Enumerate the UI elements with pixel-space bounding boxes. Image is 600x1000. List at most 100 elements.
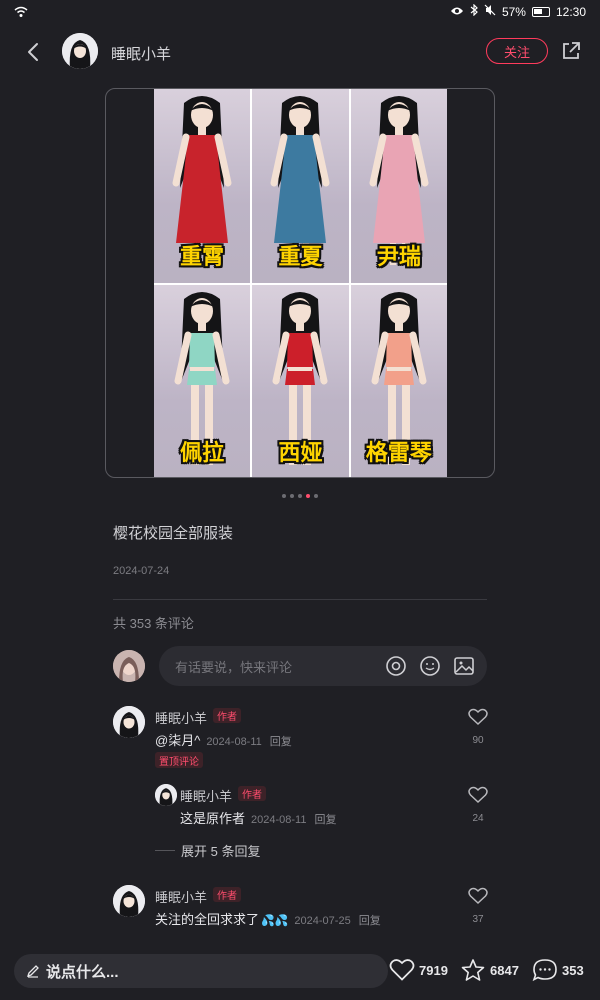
comment-like-button[interactable]: 37 [466, 887, 490, 925]
reply-author[interactable]: 睡眠小羊 [180, 786, 232, 805]
outfit-cell: 佩拉 [154, 285, 251, 477]
comment-avatar[interactable] [113, 885, 145, 917]
comment-author[interactable]: 睡眠小羊 [155, 887, 207, 906]
outfit-cell: 尹瑞 [350, 89, 447, 283]
share-icon [563, 42, 580, 59]
reply-button[interactable]: 回复 [314, 814, 336, 826]
say-something-label: 说点什么... [46, 963, 119, 981]
bluetooth-icon [470, 3, 478, 19]
carousel-indicator [0, 494, 600, 498]
author-tag: 作者 [213, 708, 241, 723]
comment-button[interactable]: 353 [532, 958, 584, 982]
reply-button[interactable]: 回复 [359, 915, 381, 927]
author-name[interactable]: 睡眠小羊 [111, 43, 171, 64]
battery-icon [531, 6, 550, 17]
comment-like-button[interactable]: 90 [466, 708, 490, 746]
chat-bubble-icon [532, 959, 557, 982]
star-count: 6847 [490, 962, 519, 978]
reply-date: 2024-08-11 [251, 814, 307, 826]
carousel-dot[interactable] [282, 494, 286, 498]
outfit-collage-image: 重霄 重夏 尹瑞佩拉 西娅 格雷琴 [154, 89, 447, 477]
pencil-icon [26, 965, 39, 978]
mute-icon [484, 4, 496, 19]
heart-icon [468, 786, 488, 804]
reply-like-count: 24 [472, 813, 484, 824]
collect-button[interactable]: 6847 [460, 958, 519, 982]
comment-like-count: 90 [472, 735, 484, 746]
top-bar: 睡眠小羊 关注 [0, 26, 600, 80]
image-carousel[interactable]: 重霄 重夏 尹瑞佩拉 西娅 格雷琴 [105, 88, 495, 478]
comment-input-placeholder: 有话要说，快来评论 [175, 659, 293, 675]
expand-line [155, 849, 175, 851]
like-count: 7919 [419, 962, 448, 978]
follow-button[interactable]: 关注 [486, 38, 548, 64]
outfit-caption: 重霄 [180, 244, 225, 269]
outfit-caption: 格雷琴 [365, 440, 432, 465]
bottom-bar: 说点什么... 7919 6847 353 [0, 946, 600, 1000]
outfit-cell: 重霄 [154, 89, 251, 283]
comment-date: 2024-07-25 [294, 915, 351, 927]
outfit-cell: 西娅 [252, 285, 349, 477]
reply-avatar[interactable] [155, 784, 177, 806]
back-button[interactable] [22, 40, 46, 64]
carousel-dot[interactable] [306, 494, 310, 498]
pinned-tag: 置顶评论 [155, 752, 203, 768]
reply-item: 睡眠小羊 作者 这是原作者 2024-08-11 回复 24 [155, 784, 493, 830]
outfit-cell: 重夏 [252, 89, 349, 283]
comment-body: @柒月^ [155, 733, 201, 748]
comment-text: 关注的全回求求了 💦💦 2024-07-25 回复 [155, 909, 381, 928]
comment-like-count: 37 [472, 914, 484, 925]
heart-icon [389, 959, 415, 981]
comment-body: 关注的全回求求了 [155, 912, 260, 927]
comment-date: 2024-08-11 [206, 736, 262, 748]
like-button[interactable]: 7919 [389, 958, 448, 982]
comment-author[interactable]: 睡眠小羊 [155, 708, 207, 727]
post-date: 2024-07-24 [113, 565, 170, 577]
image-button[interactable] [453, 655, 475, 677]
comment-avatar[interactable] [113, 706, 145, 738]
say-something-input[interactable]: 说点什么... [14, 954, 388, 988]
at-icon [386, 656, 406, 676]
outfit-caption: 重夏 [278, 244, 323, 269]
outfit-cell: 格雷琴 [350, 285, 447, 477]
expand-replies-button[interactable]: 展开 5 条回复 [155, 838, 493, 862]
heart-icon [468, 708, 488, 726]
star-icon [461, 959, 485, 981]
share-button[interactable] [560, 40, 582, 62]
chevron-left-icon [28, 43, 38, 61]
author-tag: 作者 [238, 786, 266, 801]
heart-icon [468, 887, 488, 905]
smile-icon [420, 656, 440, 676]
droplet-emoji-icon: 💦💦 [261, 915, 289, 927]
mention-button[interactable] [385, 655, 407, 677]
outfit-caption: 佩拉 [180, 440, 225, 465]
comment-total: 353 [562, 962, 584, 978]
carousel-dot[interactable] [290, 494, 294, 498]
post-title: 樱花校园全部服装 [113, 525, 234, 542]
reply-like-button[interactable]: 24 [466, 786, 490, 824]
comment-item: 睡眠小羊 作者 关注的全回求求了 💦💦 2024-07-25 回复 37 [113, 885, 493, 935]
eye-icon [450, 5, 464, 19]
emoji-button[interactable] [419, 655, 441, 677]
reply-text: 这是原作者 2024-08-11 回复 [180, 808, 336, 827]
comment-count: 共 353 条评论 [113, 616, 194, 631]
outfit-caption: 尹瑞 [376, 244, 421, 269]
divider [113, 599, 487, 600]
author-avatar[interactable] [62, 33, 98, 69]
carousel-dot[interactable] [314, 494, 318, 498]
clock: 12:30 [555, 4, 586, 19]
wifi-icon [14, 5, 28, 23]
carousel-dot[interactable] [298, 494, 302, 498]
author-tag: 作者 [213, 887, 241, 902]
comment-text: @柒月^ 2024-08-11 回复 [155, 730, 292, 749]
user-avatar [113, 650, 145, 682]
image-icon [454, 657, 474, 675]
outfit-caption: 西娅 [278, 440, 323, 465]
expand-label: 展开 5 条回复 [181, 843, 261, 859]
comment-item: 睡眠小羊 作者 @柒月^ 2024-08-11 回复 置顶评论 90 [113, 706, 493, 776]
battery-percent: 57% [501, 4, 526, 19]
reply-body: 这是原作者 [180, 811, 246, 826]
status-bar: 57% 12:30 [0, 0, 600, 26]
reply-button[interactable]: 回复 [270, 736, 292, 748]
comment-input-row: 有话要说，快来评论 [113, 646, 487, 686]
